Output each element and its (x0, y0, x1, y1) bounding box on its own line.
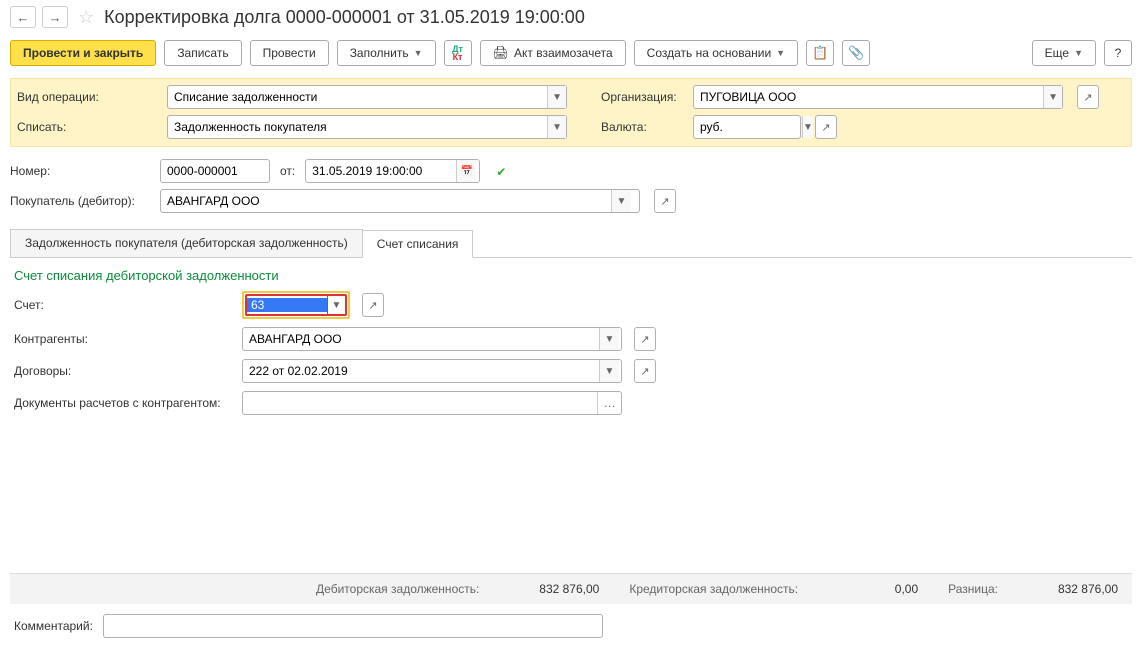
currency-input[interactable] (694, 116, 802, 138)
buyer-input[interactable] (161, 190, 611, 212)
help-button[interactable]: ? (1104, 40, 1132, 66)
date-from-label: от: (280, 164, 295, 178)
open-external-icon[interactable]: ↗ (362, 293, 384, 317)
credit-label: Кредиторская задолженность: (629, 582, 798, 596)
post-and-close-button[interactable]: Провести и закрыть (10, 40, 156, 66)
tab-debt[interactable]: Задолженность покупателя (дебиторская за… (10, 229, 363, 257)
post-button[interactable]: Провести (250, 40, 329, 66)
open-external-icon[interactable]: ↗ (815, 115, 837, 139)
dropdown-icon[interactable]: ▼ (599, 360, 619, 382)
ellipsis-icon[interactable]: … (597, 392, 621, 414)
fill-button[interactable]: Заполнить▼ (337, 40, 436, 66)
clipboard-icon (812, 45, 828, 61)
star-icon[interactable]: ☆ (78, 7, 94, 28)
open-external-icon[interactable]: ↗ (634, 359, 656, 383)
calendar-icon[interactable]: 📅 (456, 160, 476, 182)
footer-summary: Дебиторская задолженность: 832 876,00 Кр… (10, 573, 1132, 604)
contract-label: Договоры: (14, 364, 234, 378)
paperclip-icon (848, 45, 864, 61)
dropdown-icon[interactable]: ▼ (547, 86, 566, 108)
credit-value: 0,00 (828, 582, 918, 596)
contract-input[interactable] (243, 360, 599, 382)
diff-value: 832 876,00 (1028, 582, 1118, 596)
dtkt-button[interactable]: ДтКт (444, 40, 472, 66)
org-label: Организация: (601, 90, 683, 104)
write-off-input[interactable] (168, 116, 547, 138)
dropdown-icon[interactable]: ▼ (1043, 86, 1062, 108)
dropdown-icon[interactable]: ▼ (611, 190, 631, 212)
number-input[interactable] (161, 160, 271, 182)
counterparty-label: Контрагенты: (14, 332, 234, 346)
debit-value: 832 876,00 (509, 582, 599, 596)
comment-label: Комментарий: (14, 619, 93, 633)
diff-label: Разница: (948, 582, 998, 596)
account-input[interactable] (247, 298, 327, 312)
more-button[interactable]: Еще▼ (1032, 40, 1096, 66)
dropdown-icon[interactable]: ▼ (547, 116, 566, 138)
page-title: Корректировка долга 0000-000001 от 31.05… (104, 7, 585, 28)
counterparty-input[interactable] (243, 328, 599, 350)
buyer-label: Покупатель (дебитор): (10, 194, 150, 208)
highlighted-form-zone: Вид операции: ▼ Списать: ▼ Организация: … (10, 78, 1132, 147)
open-external-icon[interactable]: ↗ (634, 327, 656, 351)
save-button[interactable]: Записать (164, 40, 241, 66)
section-title: Счет списания дебиторской задолженности (14, 268, 1128, 283)
number-label: Номер: (10, 164, 150, 178)
docs-label: Документы расчетов с контрагентом: (14, 396, 234, 410)
back-button[interactable]: ← (10, 6, 36, 28)
date-input[interactable] (306, 160, 456, 182)
account-highlight: ▼ (242, 291, 350, 319)
debit-label: Дебиторская задолженность: (316, 582, 479, 596)
chevron-down-icon: ▼ (414, 48, 423, 58)
op-type-input[interactable] (168, 86, 547, 108)
validate-button[interactable] (496, 164, 506, 179)
open-external-icon[interactable]: ↗ (1077, 85, 1099, 109)
offset-act-button[interactable]: Акт взаимозачета (480, 40, 626, 66)
chevron-down-icon: ▼ (1074, 48, 1083, 58)
printer-icon (493, 45, 510, 61)
op-type-label: Вид операции: (17, 90, 157, 104)
clipboard-button[interactable] (806, 40, 834, 66)
open-external-icon[interactable]: ↗ (654, 189, 676, 213)
attach-button[interactable] (842, 40, 870, 66)
docs-input[interactable] (243, 392, 597, 414)
dropdown-icon[interactable]: ▼ (327, 296, 345, 314)
dropdown-icon[interactable]: ▼ (802, 116, 813, 138)
org-input[interactable] (694, 86, 1043, 108)
tab-writeoff[interactable]: Счет списания (362, 230, 474, 258)
create-based-on-button[interactable]: Создать на основании▼ (634, 40, 798, 66)
dropdown-icon[interactable]: ▼ (599, 328, 619, 350)
forward-button[interactable]: → (42, 6, 68, 28)
write-off-label: Списать: (17, 120, 157, 134)
currency-label: Валюта: (601, 120, 683, 134)
account-label: Счет: (14, 298, 234, 312)
comment-input[interactable] (104, 615, 602, 637)
chevron-down-icon: ▼ (776, 48, 785, 58)
